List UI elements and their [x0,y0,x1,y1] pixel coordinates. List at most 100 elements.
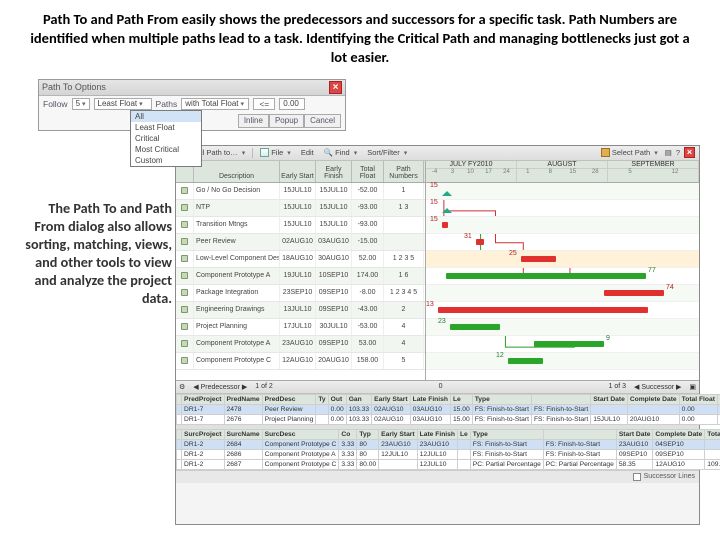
gantt-bar[interactable] [604,290,664,296]
col-header[interactable]: Early Start [379,429,417,439]
col-header[interactable]: Gan [346,394,371,404]
help-icon[interactable]: ? [676,148,680,157]
col-header[interactable]: SurcDesc [262,429,339,439]
month-header: SEPTEMBER512 [608,161,699,182]
cancel-button[interactable]: Cancel [304,114,341,128]
col-path-numbers[interactable]: Path Numbers [384,161,424,182]
col-header[interactable]: Late Finish [417,429,457,439]
col-header[interactable]: SurcName [224,429,262,439]
close-icon[interactable]: × [329,81,342,94]
gantt-bar[interactable] [521,256,556,262]
table-row[interactable]: NTP15JUL1015JUL10-93.001 3 [176,200,425,217]
table-row[interactable]: DR1-22687Component Prototype C3.3380.001… [177,459,720,469]
expand-icon[interactable]: ▣ [689,383,696,391]
col-header[interactable]: Late Finish [410,394,450,404]
table-row[interactable]: DR1-72478Peer Review0.00103.3302AUG1003A… [177,404,720,414]
project-window: All Path to… File Edit 🔍Find Sort/Filter… [175,145,700,525]
tools-icon[interactable]: ⚙ [179,383,185,391]
gantt-bar[interactable] [442,203,452,213]
gantt-bar[interactable] [508,358,543,364]
sort-option-custom[interactable]: Custom [131,155,201,166]
col-header[interactable]: Start Date [616,429,653,439]
sort-option-most-critical[interactable]: Most Critical [131,144,201,155]
col-header[interactable]: PredDesc [262,394,316,404]
col-header[interactable]: Co [339,429,357,439]
gantt-bar[interactable] [534,341,604,347]
col-header[interactable]: Le [450,394,472,404]
task-icon [181,323,188,330]
table-row[interactable]: Low-Level Component Design18AUG1030AUG10… [176,251,425,268]
follow-dropdown[interactable]: 5 [72,98,90,110]
gantt-bar[interactable] [442,222,448,228]
col-header[interactable]: PredName [224,394,262,404]
month-header: JULY FY2010-43101724 [426,161,517,182]
col-header[interactable] [531,394,590,404]
gantt-bar[interactable] [446,273,646,279]
bar-label: 9 [606,335,610,342]
successor-lines-checkbox[interactable] [633,473,641,481]
col-header[interactable]: Complete Date [627,394,679,404]
predecessor-grid: PredProjectPredNamePredDescTyOutGanEarly… [176,394,699,425]
select-path-button[interactable]: Select Path [598,147,661,159]
table-row[interactable]: Component Prototype A23AUG1009SEP1053.00… [176,336,425,353]
table-row[interactable]: Package Integration23SEP1009SEP10-8.001 … [176,285,425,302]
table-row[interactable]: Component Prototype A19JUL1010SEP10174.0… [176,268,425,285]
window-close-icon[interactable]: × [684,147,695,158]
col-early-start[interactable]: Early Start [280,161,316,182]
col-header[interactable]: Start Date [591,394,628,404]
lte-input[interactable]: 0.00 [279,98,305,110]
col-header[interactable]: Complete Date [653,429,705,439]
col-total-float[interactable]: Total Float [352,161,384,182]
predecessor-label[interactable]: Predecessor [201,384,240,391]
pred-succ-toolbar: ⚙ ◀ Predecessor ▶ 1 of 2 0 1 of 3 ◀ Succ… [176,381,699,394]
sort-dropdown[interactable]: Least Float [94,98,152,110]
popup-button[interactable]: Popup [269,114,304,128]
inline-button[interactable]: Inline [238,114,269,128]
col-header[interactable]: Out [328,394,346,404]
gantt-chart[interactable]: JULY FY2010-43101724AUGUST181528SEPTEMBE… [426,161,699,380]
sort-option-all[interactable]: All [131,111,201,122]
table-row[interactable]: Transition Mtngs15JUL1015JUL10-93.00 [176,217,425,234]
table-row[interactable]: Project Planning17JUL1030JUL10-53.004 [176,319,425,336]
table-row[interactable]: Peer Review02AUG1003AUG10-15.00 [176,234,425,251]
sort-filter-menu[interactable]: Sort/Filter [364,147,410,159]
gantt-bar[interactable] [476,239,484,245]
col-header[interactable] [543,429,616,439]
sort-dropdown-list[interactable]: All Least Float Critical Most Critical C… [130,110,202,167]
col-header[interactable]: Type [470,429,543,439]
table-row[interactable]: DR1-72676Project Planning0.00103.3302AUG… [177,414,720,424]
successor-lines-label: Successor Lines [644,473,695,480]
col-header[interactable]: Total Float [705,429,720,439]
table-row[interactable]: Go / No Go Decision15JUL1015JUL10-52.001 [176,183,425,200]
col-header[interactable]: Le [457,429,470,439]
table-row[interactable]: Engineering Drawings13JUL1009SEP10-43.00… [176,302,425,319]
col-description[interactable]: Description [194,161,280,182]
col-header[interactable]: Typ [357,429,379,439]
tool-icon[interactable]: ▤ [665,148,672,157]
edit-menu[interactable]: Edit [298,147,317,159]
task-icon [181,272,188,279]
col-early-finish[interactable]: Early Finish [316,161,352,182]
gantt-bar[interactable] [438,307,648,313]
task-icon [181,204,188,211]
gantt-bar[interactable] [450,324,500,330]
paths-dropdown[interactable]: with Total Float [181,98,249,110]
table-row[interactable]: Component Prototype C12AUG1020AUG10158.0… [176,353,425,370]
col-header[interactable]: PredProject [182,394,225,404]
table-row[interactable]: DR1-22686Component Prototype A3.338012JU… [177,449,720,459]
bar-label: 12 [496,352,504,359]
col-header[interactable]: Type [472,394,531,404]
toolbar: All Path to… File Edit 🔍Find Sort/Filter… [176,146,699,161]
sort-option-critical[interactable]: Critical [131,133,201,144]
gantt-bar[interactable] [442,186,452,196]
col-header[interactable]: Total Float [679,394,717,404]
bar-label: 23 [438,318,446,325]
col-header[interactable]: Ty [316,394,328,404]
table-row[interactable]: DR1-22684Component Prototype C3.338023AU… [177,439,720,449]
sort-option-least-float[interactable]: Least Float [131,122,201,133]
file-menu[interactable]: File [257,147,294,159]
col-header[interactable]: SurcProject [182,429,225,439]
successor-label[interactable]: Successor [641,384,674,391]
col-header[interactable]: Early Start [372,394,410,404]
find-menu[interactable]: 🔍Find [321,147,360,159]
